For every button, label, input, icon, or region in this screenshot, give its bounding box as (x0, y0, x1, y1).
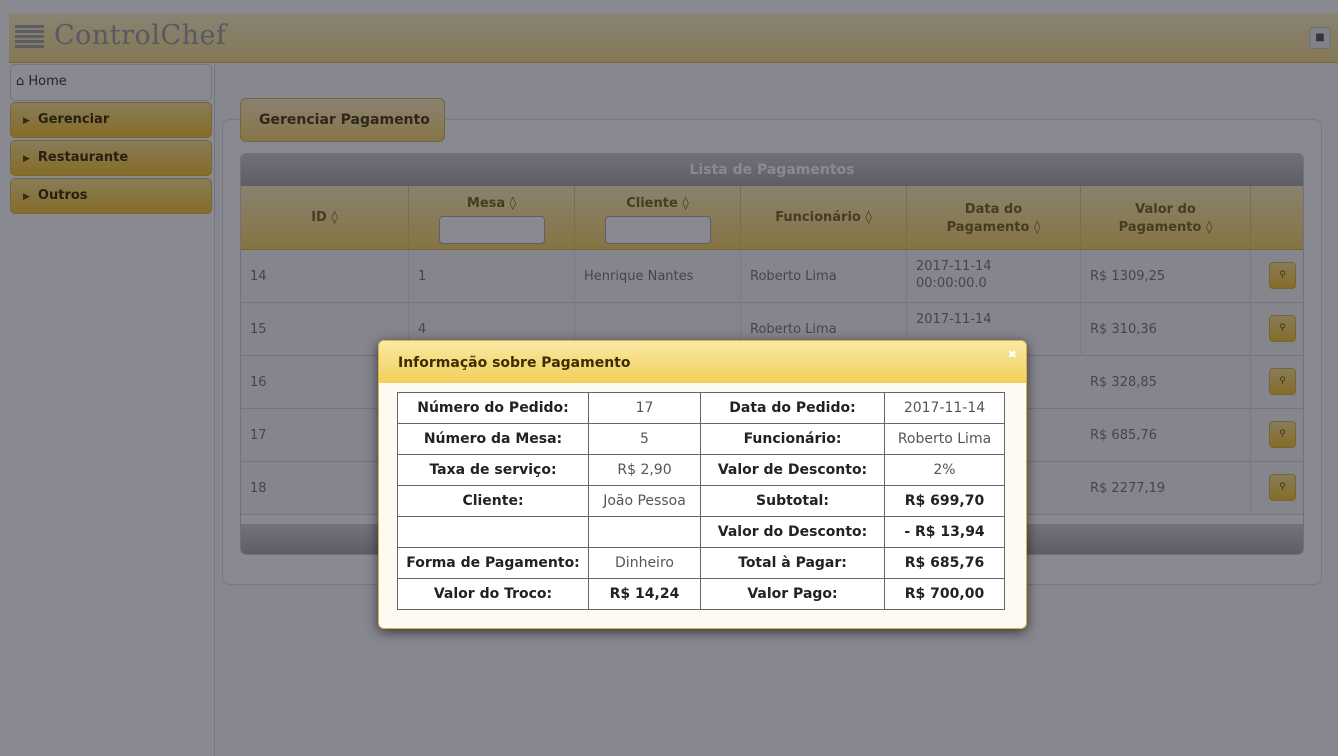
value-cliente: João Pessoa (588, 485, 701, 517)
label-data-pedido: Data do Pedido: (700, 392, 885, 424)
label-cliente: Cliente: (397, 485, 589, 517)
label-valor-do-desconto: Valor do Desconto: (700, 516, 885, 548)
info-row: Valor do Desconto: - R$ 13,94 (397, 516, 1005, 548)
info-row: Número do Pedido: 17 Data do Pedido: 201… (397, 392, 1005, 424)
value-valor-troco: R$ 14,24 (588, 578, 701, 610)
label-subtotal: Subtotal: (700, 485, 885, 517)
value-numero-pedido: 17 (588, 392, 701, 424)
value-valor-de-desconto: 2% (884, 454, 1005, 486)
label-valor-pago: Valor Pago: (700, 578, 885, 610)
label-empty (397, 516, 589, 548)
label-total-a-pagar: Total à Pagar: (700, 547, 885, 579)
dialog-title: Informação sobre Pagamento (379, 341, 1026, 383)
value-funcionario: Roberto Lima (884, 423, 1005, 455)
value-taxa-servico: R$ 2,90 (588, 454, 701, 486)
label-forma-pagamento: Forma de Pagamento: (397, 547, 589, 579)
label-funcionario: Funcionário: (700, 423, 885, 455)
value-data-pedido: 2017-11-14 (884, 392, 1005, 424)
label-taxa-servico: Taxa de serviço: (397, 454, 589, 486)
value-empty (588, 516, 701, 548)
label-numero-mesa: Número da Mesa: (397, 423, 589, 455)
info-row: Cliente: João Pessoa Subtotal: R$ 699,70 (397, 485, 1005, 517)
value-total-a-pagar: R$ 685,76 (884, 547, 1005, 579)
payment-info-dialog: Informação sobre Pagamento ✖ Número do P… (378, 340, 1027, 629)
info-row: Forma de Pagamento: Dinheiro Total à Pag… (397, 547, 1005, 579)
info-row: Taxa de serviço: R$ 2,90 Valor de Descon… (397, 454, 1005, 486)
label-numero-pedido: Número do Pedido: (397, 392, 589, 424)
value-subtotal: R$ 699,70 (884, 485, 1005, 517)
payment-info-table: Número do Pedido: 17 Data do Pedido: 201… (397, 392, 1005, 610)
value-numero-mesa: 5 (588, 423, 701, 455)
label-valor-de-desconto: Valor de Desconto: (700, 454, 885, 486)
value-forma-pagamento: Dinheiro (588, 547, 701, 579)
close-icon[interactable]: ✖ (1008, 348, 1017, 361)
label-valor-troco: Valor do Troco: (397, 578, 589, 610)
value-valor-pago: R$ 700,00 (884, 578, 1005, 610)
info-row: Número da Mesa: 5 Funcionário: Roberto L… (397, 423, 1005, 455)
info-row: Valor do Troco: R$ 14,24 Valor Pago: R$ … (397, 578, 1005, 610)
value-valor-do-desconto: - R$ 13,94 (884, 516, 1005, 548)
